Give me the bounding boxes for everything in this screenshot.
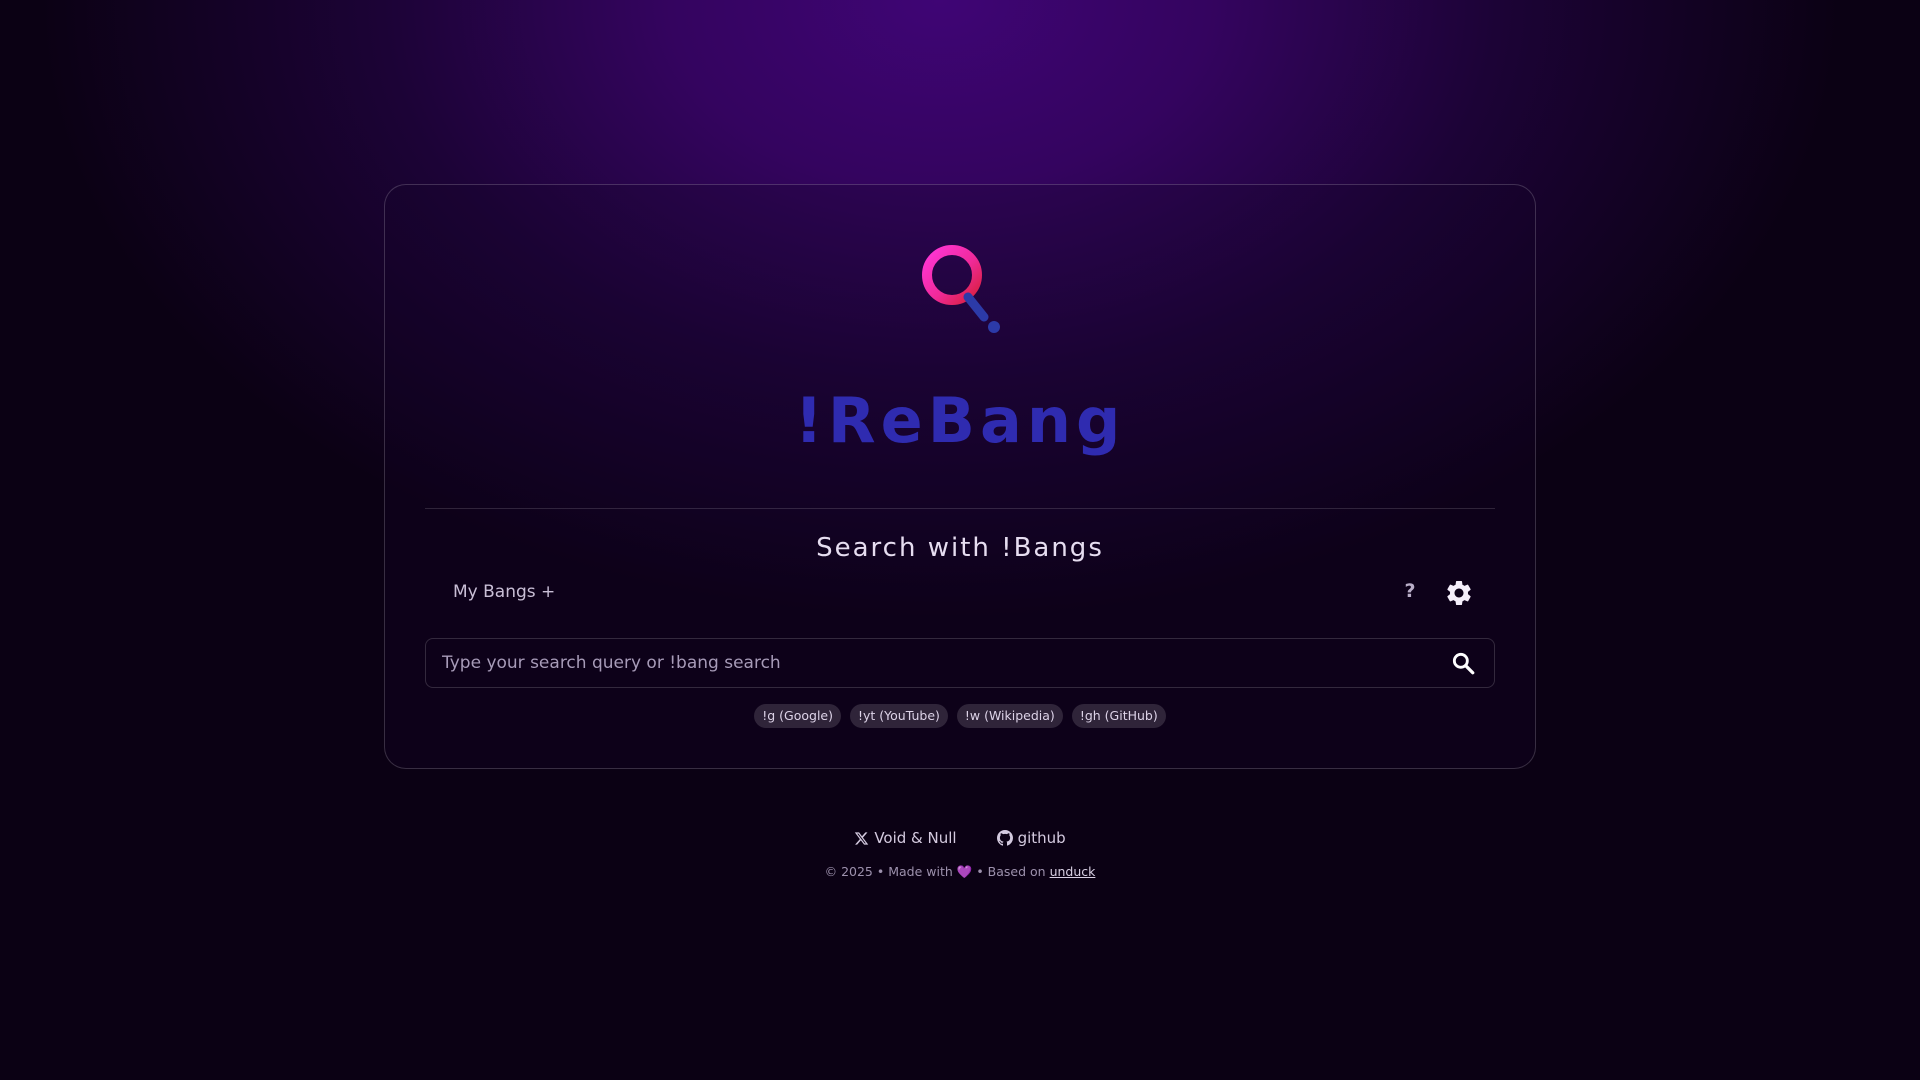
footer-link-github[interactable]: github — [996, 829, 1066, 847]
my-bangs-button[interactable]: My Bangs + — [453, 582, 555, 602]
search-icon[interactable] — [1450, 650, 1476, 676]
footer-link-label: Void & Null — [874, 829, 957, 847]
app-title: !ReBang — [794, 384, 1126, 457]
based-on-text: • Based on — [976, 864, 1046, 879]
magnifier-logo-icon — [922, 245, 1000, 333]
search-input[interactable] — [442, 639, 1432, 687]
divider — [425, 508, 1495, 509]
bang-chip-wikipedia[interactable]: !w (Wikipedia) — [956, 704, 1063, 728]
bang-chip-github[interactable]: !gh (GitHub) — [1071, 704, 1166, 728]
page-subtitle: Search with !Bangs — [816, 533, 1104, 563]
copyright: © 2025 • Made with 💜 • Based on unduck — [0, 864, 1920, 880]
search-box — [425, 638, 1495, 688]
github-icon — [996, 830, 1013, 846]
help-button[interactable]: ? — [1398, 580, 1422, 606]
x-icon — [855, 831, 869, 845]
unduck-link[interactable]: unduck — [1050, 864, 1096, 879]
bang-chip-google[interactable]: !g (Google) — [754, 704, 842, 728]
footer-link-x[interactable]: Void & Null — [854, 829, 957, 847]
heart-icon: 💜 — [956, 864, 973, 879]
copyright-text: © 2025 • Made with — [824, 864, 953, 879]
footer-link-label: github — [1017, 829, 1066, 847]
quick-bangs: !g (Google) !yt (YouTube) !w (Wikipedia)… — [0, 704, 1920, 728]
bang-chip-youtube[interactable]: !yt (YouTube) — [850, 704, 948, 728]
gear-icon[interactable] — [1444, 578, 1474, 608]
footer-links: Void & Null github — [0, 829, 1920, 847]
